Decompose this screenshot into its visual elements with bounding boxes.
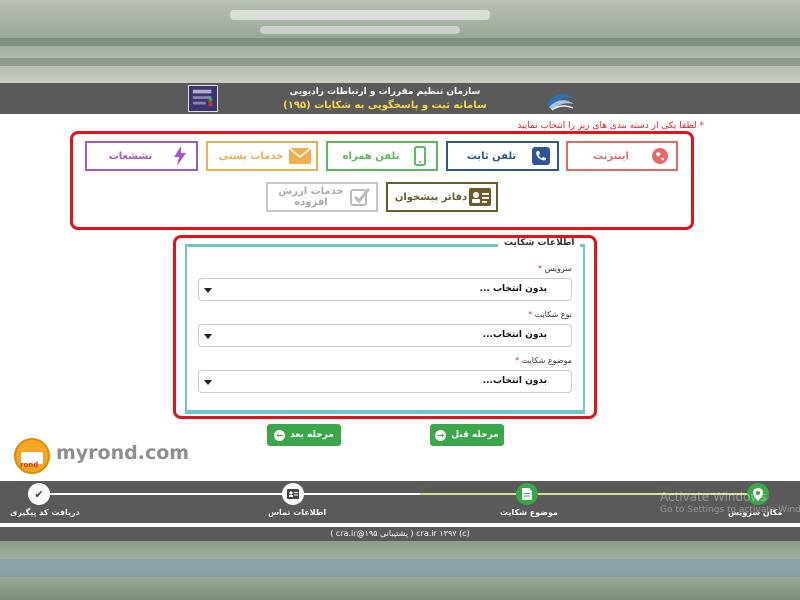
complaint-type-label-text: نوع شکایت	[534, 310, 572, 319]
footer-copyright: (c) cra.ir ۱۳۹۷ ( پشتیبانی ۱۹۵@cra.ir )	[0, 527, 800, 541]
service-select[interactable]: بدون انتخاب ...	[198, 278, 572, 301]
category-landline[interactable]: تلفن ثابت	[446, 141, 559, 171]
prev-step-button[interactable]: مرحله قبل →	[430, 424, 504, 446]
step-label-tracking-code: دریافت کد پیگیری	[10, 508, 80, 517]
category-postal[interactable]: خدمات پستی	[206, 141, 318, 171]
category-label: خدمات پستی	[218, 150, 284, 162]
category-label: دفاتر پیشخوان	[394, 191, 468, 203]
logo-text: rond	[20, 461, 39, 469]
document-icon	[516, 483, 538, 505]
globe-icon	[649, 145, 671, 167]
watermark-site: myrond.com	[56, 442, 190, 464]
service-label-text: سرویس	[544, 264, 572, 273]
step-label-complaint-subject: موضوع شکایت	[500, 508, 558, 517]
service-label: سرویس *	[538, 264, 572, 273]
category-internet[interactable]: اینترنت	[566, 141, 678, 171]
org-name: سازمان تنظیم مقررات و ارتباطات رادیویی	[289, 87, 481, 97]
category-hint: * لطفا یکی از دسته بندی های زیر را انتخا…	[420, 121, 704, 131]
activate-windows-subtext: Go to Settings to activate Windows.	[660, 505, 800, 515]
lightning-icon	[169, 145, 191, 167]
system-title: سامانه ثبت و پاسخگویی به شکایات (۱۹۵)	[283, 100, 487, 111]
complaint-type-select[interactable]: بدون انتخاب...	[198, 324, 572, 347]
myrond-logo-icon: rond	[14, 438, 50, 474]
category-label: خدمات ارزش افزوده	[278, 186, 344, 208]
required-asterisk: *	[515, 356, 520, 365]
prev-step-label: مرحله قبل	[451, 430, 499, 440]
next-step-label: مرحله بعد	[290, 430, 334, 440]
chevron-down-icon	[204, 334, 212, 339]
required-asterisk: *	[538, 264, 543, 273]
complaint-info-legend: اطلاعات شکایت	[498, 238, 581, 248]
category-service-offices[interactable]: دفاتر پیشخوان	[386, 182, 498, 212]
complaint-subject-label: موضوع شکایت *	[515, 356, 572, 365]
complaint-subject-select-value: بدون انتخاب...	[482, 376, 547, 386]
contact-card-icon	[282, 483, 304, 505]
complaint-subject-select[interactable]: بدون انتخاب...	[198, 370, 572, 393]
next-step-button[interactable]: مرحله بعد ←	[267, 424, 341, 446]
chevron-down-icon	[204, 380, 212, 385]
checkbox-icon	[349, 186, 371, 208]
complaint-type-select-value: بدون انتخاب...	[482, 330, 547, 340]
arrow-left-icon: ←	[274, 429, 286, 441]
background-banner-top	[0, 0, 800, 83]
category-label: تلفن ثابت	[466, 150, 517, 162]
envelope-icon	[289, 145, 311, 167]
check-icon: ✔	[28, 483, 50, 505]
background-banner-bottom	[0, 541, 800, 600]
category-radiation[interactable]: تششعات	[85, 141, 198, 171]
required-asterisk: *	[528, 310, 533, 319]
id-card-icon	[469, 186, 491, 208]
phone-icon	[530, 145, 552, 167]
category-label: اینترنت	[593, 150, 629, 162]
required-asterisk: *	[699, 121, 705, 131]
mobile-icon	[409, 145, 431, 167]
progress-steps: مکان سرویس موضوع شکایت اطلاعات تماس ✔ در…	[0, 481, 800, 523]
step-label-contact-info: اطلاعات تماس	[268, 508, 327, 517]
cra-logo-icon	[547, 93, 575, 111]
ministry-emblem-icon	[188, 85, 218, 112]
chevron-down-icon	[204, 288, 212, 293]
arrow-right-icon: →	[435, 429, 447, 441]
site-header: سازمان تنظیم مقررات و ارتباطات رادیویی س…	[0, 83, 800, 114]
category-label: تلفن همراه	[342, 150, 400, 162]
complaint-type-label: نوع شکایت *	[528, 310, 572, 319]
category-value-added[interactable]: خدمات ارزش افزوده	[266, 182, 378, 212]
category-mobile[interactable]: تلفن همراه	[326, 141, 438, 171]
complaint-subject-label-text: موضوع شکایت	[521, 356, 572, 365]
hint-text: لطفا یکی از دسته بندی های زیر را انتخاب …	[517, 121, 697, 131]
service-select-value: بدون انتخاب ...	[479, 284, 547, 294]
activate-windows-overlay: Activate Windows	[660, 490, 767, 504]
category-label: تششعات	[108, 150, 153, 162]
